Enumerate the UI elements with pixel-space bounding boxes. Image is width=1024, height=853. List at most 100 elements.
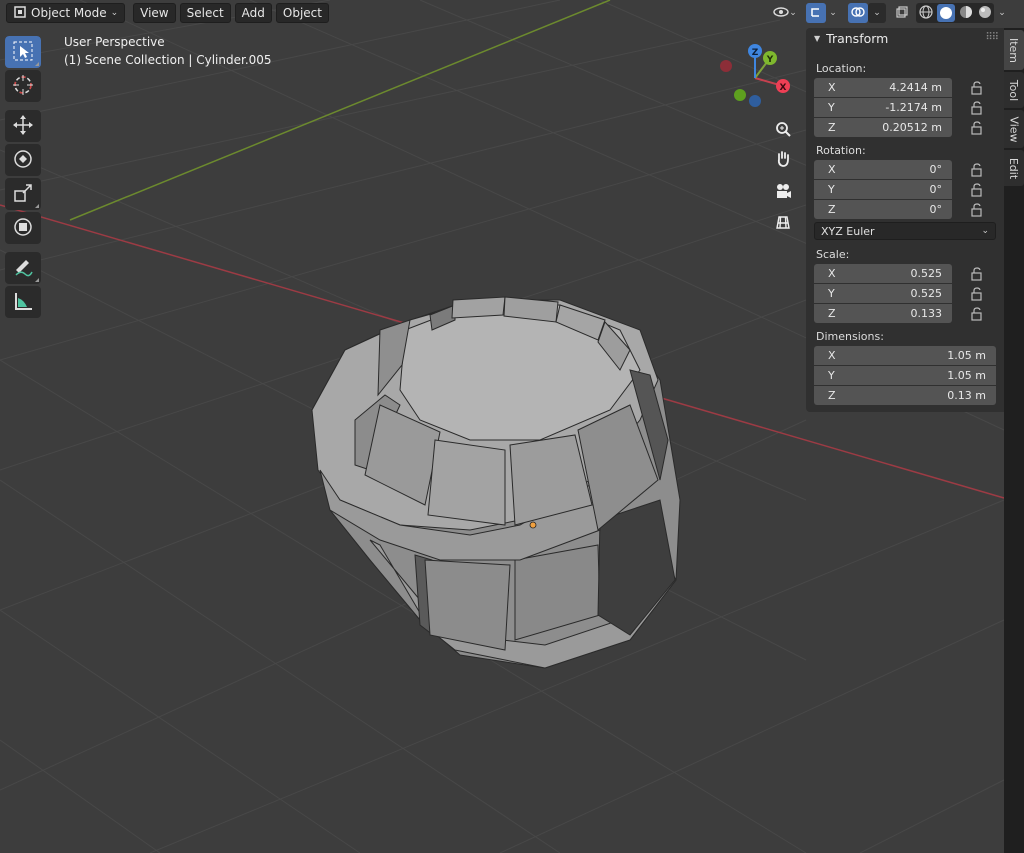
- location-z-field[interactable]: Z 0.20512 m: [814, 118, 952, 137]
- lock-icon[interactable]: [970, 203, 984, 217]
- lock-icon[interactable]: [970, 287, 984, 301]
- field-value: 1.05 m: [947, 369, 986, 382]
- grid-view-icon: [774, 213, 792, 234]
- scale-x-field[interactable]: X 0.525: [814, 264, 952, 283]
- axis-label: Z: [828, 307, 836, 320]
- lock-icon[interactable]: [970, 307, 984, 321]
- field-value: 0°: [929, 183, 943, 196]
- tab-view[interactable]: View: [1004, 110, 1024, 148]
- location-x-field[interactable]: X 4.2414 m: [814, 78, 952, 97]
- lock-icon[interactable]: [970, 267, 984, 281]
- camera-view-button[interactable]: [770, 179, 796, 205]
- sidebar-tabs: Item Tool View Edit: [1004, 28, 1024, 853]
- scale-z-field[interactable]: Z 0.133: [814, 304, 952, 323]
- mode-selector[interactable]: Object Mode ⌄: [6, 3, 126, 23]
- scale-y-field[interactable]: Y 0.525: [814, 284, 952, 303]
- wireframe-shading-icon[interactable]: [918, 4, 934, 23]
- menu-object[interactable]: Object: [275, 3, 329, 23]
- cylinder-mesh[interactable]: [311, 296, 681, 669]
- navigation-gizmo[interactable]: X Y Z: [720, 44, 790, 107]
- lock-icon[interactable]: [970, 183, 984, 197]
- scale-label: Scale:: [816, 248, 850, 261]
- annotate-icon: [12, 256, 34, 281]
- tool-cursor[interactable]: [5, 70, 41, 102]
- perspective-label: User Perspective: [64, 35, 165, 49]
- rotation-z-field[interactable]: Z 0°: [814, 200, 952, 219]
- field-value: 0.13 m: [947, 389, 986, 402]
- overlay-dropdown[interactable]: ⌄: [868, 3, 886, 23]
- shading-dropdown[interactable]: ⌄: [994, 3, 1010, 23]
- tool-annotate[interactable]: [5, 252, 41, 284]
- tab-item[interactable]: Item: [1004, 30, 1024, 70]
- zoom-icon: [774, 120, 792, 141]
- pan-hand-icon: [774, 150, 792, 171]
- field-value: 1.05 m: [947, 349, 986, 362]
- rotation-label: Rotation:: [816, 144, 866, 157]
- tool-scale[interactable]: [5, 178, 41, 210]
- gizmo-toggle[interactable]: [806, 3, 826, 23]
- field-value: 0°: [929, 203, 943, 216]
- menu-add[interactable]: Add: [234, 3, 272, 23]
- tool-corner-marker: [35, 62, 39, 66]
- axis-label: Y: [828, 183, 835, 196]
- drag-handle-icon[interactable]: ⠿⠿: [985, 32, 999, 43]
- solid-shading-icon[interactable]: [936, 4, 955, 22]
- axis-label: X: [828, 349, 836, 362]
- tool-corner-marker: [35, 278, 39, 282]
- field-value: -1.2174 m: [885, 101, 942, 114]
- projection-toggle-button[interactable]: [770, 210, 796, 236]
- overlay-toggle[interactable]: [848, 3, 868, 23]
- tab-tool[interactable]: Tool: [1004, 72, 1024, 108]
- axis-label: Z: [828, 121, 836, 134]
- menu-view[interactable]: View: [133, 3, 176, 23]
- dimensions-label: Dimensions:: [816, 330, 884, 343]
- lock-icon[interactable]: [970, 81, 984, 95]
- dimensions-y-field[interactable]: Y 1.05 m: [814, 366, 996, 385]
- eye-icon: [773, 5, 789, 22]
- tool-measure[interactable]: [5, 286, 41, 318]
- pan-button[interactable]: [770, 147, 796, 173]
- scale-icon: [12, 182, 34, 207]
- tool-move[interactable]: [5, 110, 41, 142]
- camera-icon: [774, 182, 792, 203]
- chevron-down-icon: ⌄: [873, 8, 881, 18]
- tab-edit[interactable]: Edit: [1004, 150, 1024, 186]
- tool-select-box[interactable]: [5, 36, 41, 68]
- chevron-down-icon: ⌄: [110, 8, 119, 18]
- rotation-y-field[interactable]: Y 0°: [814, 180, 952, 199]
- transform-panel-header[interactable]: ▼ Transform: [806, 28, 1004, 48]
- object-mode-icon: [13, 5, 27, 22]
- tool-group-annotate: [5, 252, 41, 320]
- menu-select[interactable]: Select: [179, 3, 231, 23]
- overlay-icon: [851, 5, 865, 22]
- axis-label: X: [828, 163, 836, 176]
- collection-label: (1) Scene Collection | Cylinder.005: [64, 53, 272, 67]
- gizmo-x-label: X: [780, 83, 787, 93]
- lock-icon[interactable]: [970, 121, 984, 135]
- tool-corner-marker: [35, 204, 39, 208]
- rotation-mode-select[interactable]: XYZ Euler ⌄: [814, 222, 996, 240]
- location-y-field[interactable]: Y -1.2174 m: [814, 98, 952, 117]
- axis-label: Y: [828, 369, 835, 382]
- field-value: 0.525: [910, 267, 943, 280]
- visibility-dropdown[interactable]: ⌄: [770, 3, 800, 23]
- material-shading-icon[interactable]: [958, 4, 974, 23]
- rendered-shading-icon[interactable]: [977, 4, 993, 23]
- gizmo-dropdown[interactable]: ⌄: [826, 3, 840, 23]
- dimensions-x-field[interactable]: X 1.05 m: [814, 346, 996, 365]
- rotation-x-field[interactable]: X 0°: [814, 160, 952, 179]
- zoom-button[interactable]: [770, 117, 796, 143]
- tool-rotate[interactable]: [5, 144, 41, 176]
- xray-toggle[interactable]: [892, 3, 912, 23]
- gizmo-z-label: Z: [752, 48, 759, 58]
- tab-tool-label: Tool: [1007, 79, 1021, 101]
- tab-edit-label: Edit: [1007, 157, 1021, 179]
- dimensions-z-field[interactable]: Z 0.13 m: [814, 386, 996, 405]
- select-box-icon: [12, 40, 34, 65]
- rotate-icon: [12, 148, 34, 173]
- lock-icon[interactable]: [970, 163, 984, 177]
- tool-transform[interactable]: [5, 212, 41, 244]
- location-label: Location:: [816, 62, 867, 75]
- transform-icon: [12, 216, 34, 241]
- lock-icon[interactable]: [970, 101, 984, 115]
